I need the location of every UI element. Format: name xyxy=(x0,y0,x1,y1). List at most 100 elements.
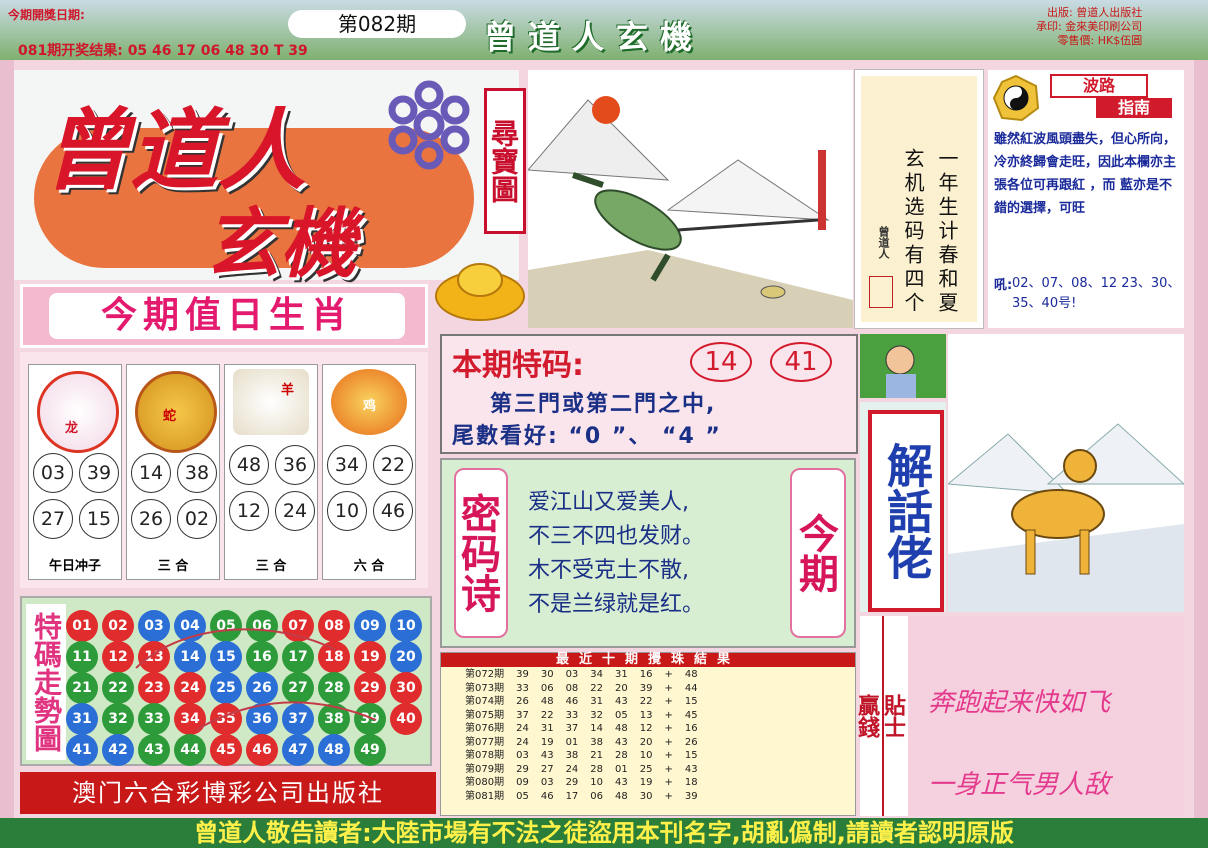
history-cell: 20 xyxy=(639,736,653,748)
history-cell: 15 xyxy=(684,696,698,707)
history-cell: 09 xyxy=(516,777,529,788)
trend-curve xyxy=(135,628,377,731)
tips-line-1: 奔跑起来快如飞 xyxy=(928,688,1111,718)
history-cell: 22 xyxy=(540,709,554,721)
trend-title: 特碼走勢圖 xyxy=(26,604,66,760)
special-number-panel: 本期特码: 14 41 第三門或第二門之中, 尾數看好: “0 ”、 “4 ” xyxy=(440,334,858,454)
tips-tag-right: 貼士 xyxy=(880,616,908,816)
tips-panel: 贏錢 貼士 奔跑起来快如飞 一身正气男人敌 xyxy=(854,616,1184,816)
history-cell: 28 xyxy=(590,763,604,775)
history-cell: 15 xyxy=(684,750,698,761)
poem-column-1: 一年生计春和夏 xyxy=(935,148,959,316)
zodiac-number: 15 xyxy=(79,499,119,539)
leopard-illustration xyxy=(948,334,1184,612)
poem-line: 不是兰绿就是红。 xyxy=(528,592,705,617)
history-cell: 12 xyxy=(639,723,653,734)
history-cell: + xyxy=(664,736,673,748)
jiehua-tag: 解話佬 xyxy=(868,410,944,612)
secret-poem-tag: 密码诗 xyxy=(454,468,508,638)
history-cell: 39 xyxy=(639,682,653,694)
zodiac-animal-name: 蛇 xyxy=(163,409,177,424)
publisher-line: 出版: 曾道人出版社 xyxy=(1047,6,1143,19)
history-cell: 29 xyxy=(516,763,529,775)
yinyang-icon xyxy=(992,74,1040,122)
seal-stamp-icon xyxy=(869,276,893,308)
zodiac-cell-label: 六 合 xyxy=(353,559,385,574)
history-cell: + xyxy=(664,696,673,707)
issue-number: 第082期 xyxy=(288,10,466,38)
history-cell: + xyxy=(664,723,673,734)
history-cell: 24 xyxy=(516,723,529,734)
dragon-icon xyxy=(37,371,119,453)
history-cell: + xyxy=(664,669,673,680)
special-line-2: 尾數看好: “0 ”、 “4 ” xyxy=(452,424,722,449)
history-cell: 18 xyxy=(684,777,698,788)
zodiac-title-bar: 今期值日生肖 xyxy=(20,284,428,348)
history-cell: + xyxy=(664,682,673,694)
zodiac-number: 12 xyxy=(229,491,269,531)
history-row: 第081期 05 46 17 06 48 30 +39 xyxy=(459,790,704,804)
special-number-2: 41 xyxy=(770,342,832,382)
history-row: 第078期 03 43 38 21 28 10 +15 xyxy=(459,749,704,763)
zodiac-number: 02 xyxy=(177,499,217,539)
history-title: 最近十期攪珠結果 xyxy=(441,653,855,667)
zodiac-number: 38 xyxy=(177,453,217,493)
history-cell: 43 xyxy=(615,736,628,748)
frog-illustration xyxy=(528,70,853,328)
publisher-info: 出版: 曾道人出版社 承印: 金來美印刷公司 零售價: HK$伍圓 xyxy=(1036,6,1142,48)
history-cell: 48 xyxy=(540,696,554,707)
zodiac-number: 46 xyxy=(373,491,413,531)
history-row: 第079期 29 27 24 28 01 25 +43 xyxy=(459,763,704,777)
zodiac-number: 26 xyxy=(131,499,171,539)
zodiac-cell-snake: 蛇 14 38 26 02 三 合 xyxy=(126,364,220,580)
history-cell: 43 xyxy=(540,750,554,761)
price-line: 零售價: HK$伍圓 xyxy=(1057,34,1143,47)
history-cell: 第075期 xyxy=(465,709,505,721)
history-cell: 46 xyxy=(565,696,579,707)
poem-line: 不三不四也发财。 xyxy=(528,524,705,549)
history-cell: 26 xyxy=(684,736,698,748)
zodiac-number: 03 xyxy=(33,453,73,493)
history-cell: + xyxy=(664,777,673,788)
zodiac-cell-label: 三 合 xyxy=(157,559,189,574)
footer-notice: 曾道人敬告讀者:大陸市場有不法之徒盜用本刊名字,胡亂僞制,請讀者認明原版 xyxy=(0,818,1208,848)
history-row: 第072期 39 30 03 34 31 16 +48 xyxy=(459,668,704,682)
special-title: 本期特码: xyxy=(452,348,584,383)
this-issue-tag: 今期 xyxy=(790,468,846,638)
history-cell: 第080期 xyxy=(465,777,505,788)
zodiac-number: 10 xyxy=(327,491,367,531)
history-cell: 24 xyxy=(516,736,529,748)
history-cell: 第074期 xyxy=(465,696,505,707)
history-cell: 22 xyxy=(639,696,653,707)
poem-line: 木不受克土不散, xyxy=(528,558,689,583)
zodiac-cell-goat: 羊 48 36 12 24 三 合 xyxy=(224,364,318,580)
publisher-bar: 澳门六合彩博彩公司出版社 xyxy=(20,772,436,814)
history-cell: 45 xyxy=(684,709,698,721)
history-table: 第072期 39 30 03 34 31 16 +48 第073期 33 06 08 22 20 39 +44… xyxy=(459,668,704,803)
zodiac-number: 14 xyxy=(131,453,171,493)
special-line-1: 第三門或第二門之中, xyxy=(490,392,717,417)
history-cell: 06 xyxy=(590,790,604,802)
treasure-map-tag: 尋寶圖 xyxy=(484,88,526,234)
history-cell: 16 xyxy=(684,723,698,734)
guide-numbers: 02、07、08、12 23、30、35、40号! xyxy=(1012,276,1181,311)
history-cell: 43 xyxy=(615,696,628,707)
history-cell: 26 xyxy=(516,696,529,707)
zodiac-cell-rooster: 鸡 34 22 10 46 六 合 xyxy=(322,364,416,580)
history-cell: 01 xyxy=(565,736,579,748)
secret-poem-panel: 密码诗 爱江山又爱美人, 不三不四也发财。 木不受克土不散, 不是兰绿就是红。 … xyxy=(440,458,856,648)
poem-line: 爱江山又爱美人, xyxy=(528,490,689,515)
zodiac-number: 34 xyxy=(327,445,367,485)
history-cell: 05 xyxy=(516,790,529,802)
poem-panel: 一年生计春和夏 玄机选码有四个 曾道人 xyxy=(854,69,984,329)
history-cell: 05 xyxy=(615,709,628,721)
history-cell: 38 xyxy=(565,750,579,761)
history-cell: 第081期 xyxy=(465,790,505,802)
secret-poem-lines: 爱江山又爱美人, 不三不四也发财。 木不受克土不散, 不是兰绿就是红。 xyxy=(528,486,704,622)
history-cell: 37 xyxy=(516,709,529,721)
goat-icon xyxy=(233,369,309,435)
history-cell: + xyxy=(664,750,673,761)
history-cell: 29 xyxy=(565,777,579,788)
history-cell: 22 xyxy=(590,682,604,694)
history-row: 第077期 24 19 01 38 43 20 +26 xyxy=(459,736,704,750)
